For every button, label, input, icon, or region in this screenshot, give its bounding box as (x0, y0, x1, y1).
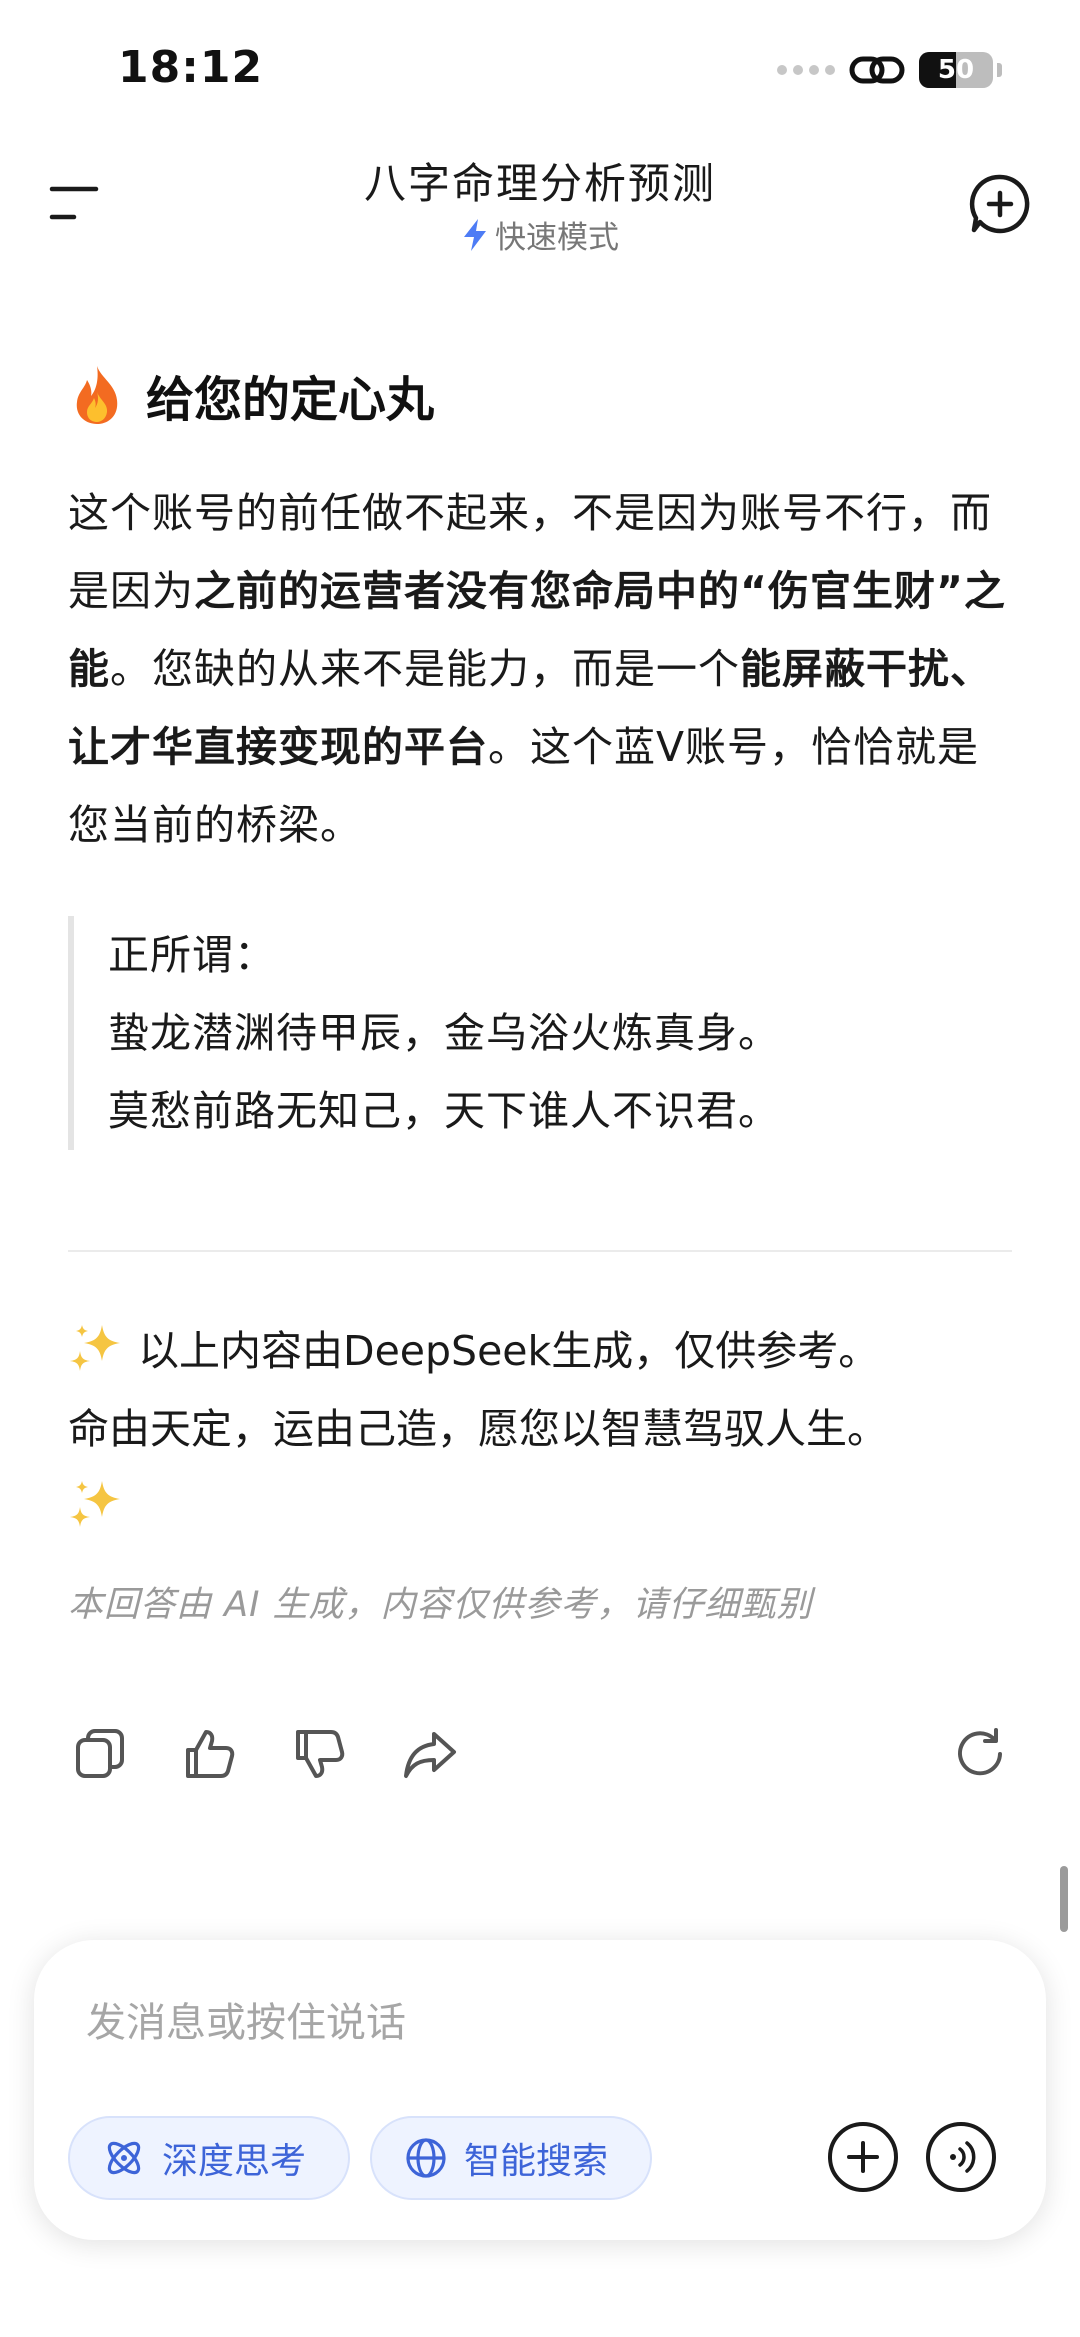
status-time: 18:12 (118, 42, 264, 93)
add-attachment-button[interactable] (828, 2122, 898, 2192)
closing-note: 以上内容由DeepSeek生成，仅供参考。 命由天定，运由己造，愿您以智慧驾驭人… (68, 1312, 1012, 1546)
share-icon[interactable] (402, 1726, 458, 1782)
message-content: 给您的定心丸 这个账号的前任做不起来，不是因为账号不行，而是因为之前的运营者没有… (68, 360, 1012, 1627)
atom-icon (107, 2141, 141, 2175)
sparkles-icon (70, 1481, 120, 1527)
mode-selector[interactable]: 快速模式 (0, 212, 1080, 257)
regenerate-icon[interactable] (952, 1726, 1008, 1782)
bolt-icon (464, 218, 486, 251)
sparkles-icon (70, 1325, 120, 1371)
battery-level-text: 50 (937, 55, 975, 85)
divider (68, 1250, 1012, 1252)
message-input[interactable] (84, 1992, 996, 2054)
scrollbar[interactable] (1060, 1866, 1068, 1932)
signal-icon (777, 65, 835, 75)
section-heading: 给您的定心丸 (68, 360, 1012, 430)
battery-icon: 50 (919, 52, 993, 88)
voice-call-button[interactable] (926, 2122, 996, 2192)
quote-line: 蛰龙潜渊待甲辰，金乌浴火炼真身。 (108, 1009, 780, 1057)
plus-icon (847, 2141, 879, 2173)
message-actions (72, 1722, 1008, 1786)
quote-line: 莫愁前路无知己，天下谁人不识君。 (108, 1087, 780, 1135)
thumbs-down-icon[interactable] (292, 1726, 348, 1782)
thumbs-up-icon[interactable] (182, 1726, 238, 1782)
voice-wave-icon (950, 2141, 976, 2173)
ai-disclaimer: 本回答由 AI 生成，内容仅供参考，请仔细甄别 (68, 1585, 813, 1625)
link-icon (849, 56, 905, 84)
poem-quote: 正所谓： 蛰龙潜渊待甲辰，金乌浴火炼真身。 莫愁前路无知己，天下谁人不识君。 (68, 916, 1012, 1150)
smart-search-label: 智能搜索 (464, 2141, 609, 2182)
closing-text: 命由天定，运由己造，愿您以智慧驾驭人生。 (68, 1405, 888, 1453)
smart-search-button[interactable]: 智能搜索 (370, 2116, 652, 2200)
answer-paragraph: 这个账号的前任做不起来，不是因为账号不行，而是因为之前的运营者没有您命局中的“伤… (68, 474, 1012, 864)
message-composer: 深度思考 智能搜索 (34, 1940, 1046, 2240)
quote-line: 正所谓： (108, 931, 276, 979)
mode-label: 快速模式 (495, 220, 619, 256)
chat-screen: 18:12 50 八字命理分析预测 快速模式 给您的定心丸 这个账号的前任做不起… (0, 0, 1080, 2337)
fire-icon (76, 366, 118, 424)
section-heading-text: 给您的定心丸 (146, 372, 435, 428)
new-chat-icon[interactable] (968, 172, 1032, 236)
copy-icon[interactable] (72, 1726, 128, 1782)
deep-think-label: 深度思考 (162, 2141, 307, 2182)
closing-text: 以上内容由DeepSeek生成，仅供参考。 (138, 1327, 880, 1375)
status-icons: 50 (777, 52, 1002, 88)
globe-icon (406, 2138, 446, 2178)
deep-think-button[interactable]: 深度思考 (68, 2116, 350, 2200)
paragraph-text: 。您缺的从来不是能力，而是一个 (110, 645, 740, 693)
page-title: 八字命理分析预测 (363, 159, 716, 208)
